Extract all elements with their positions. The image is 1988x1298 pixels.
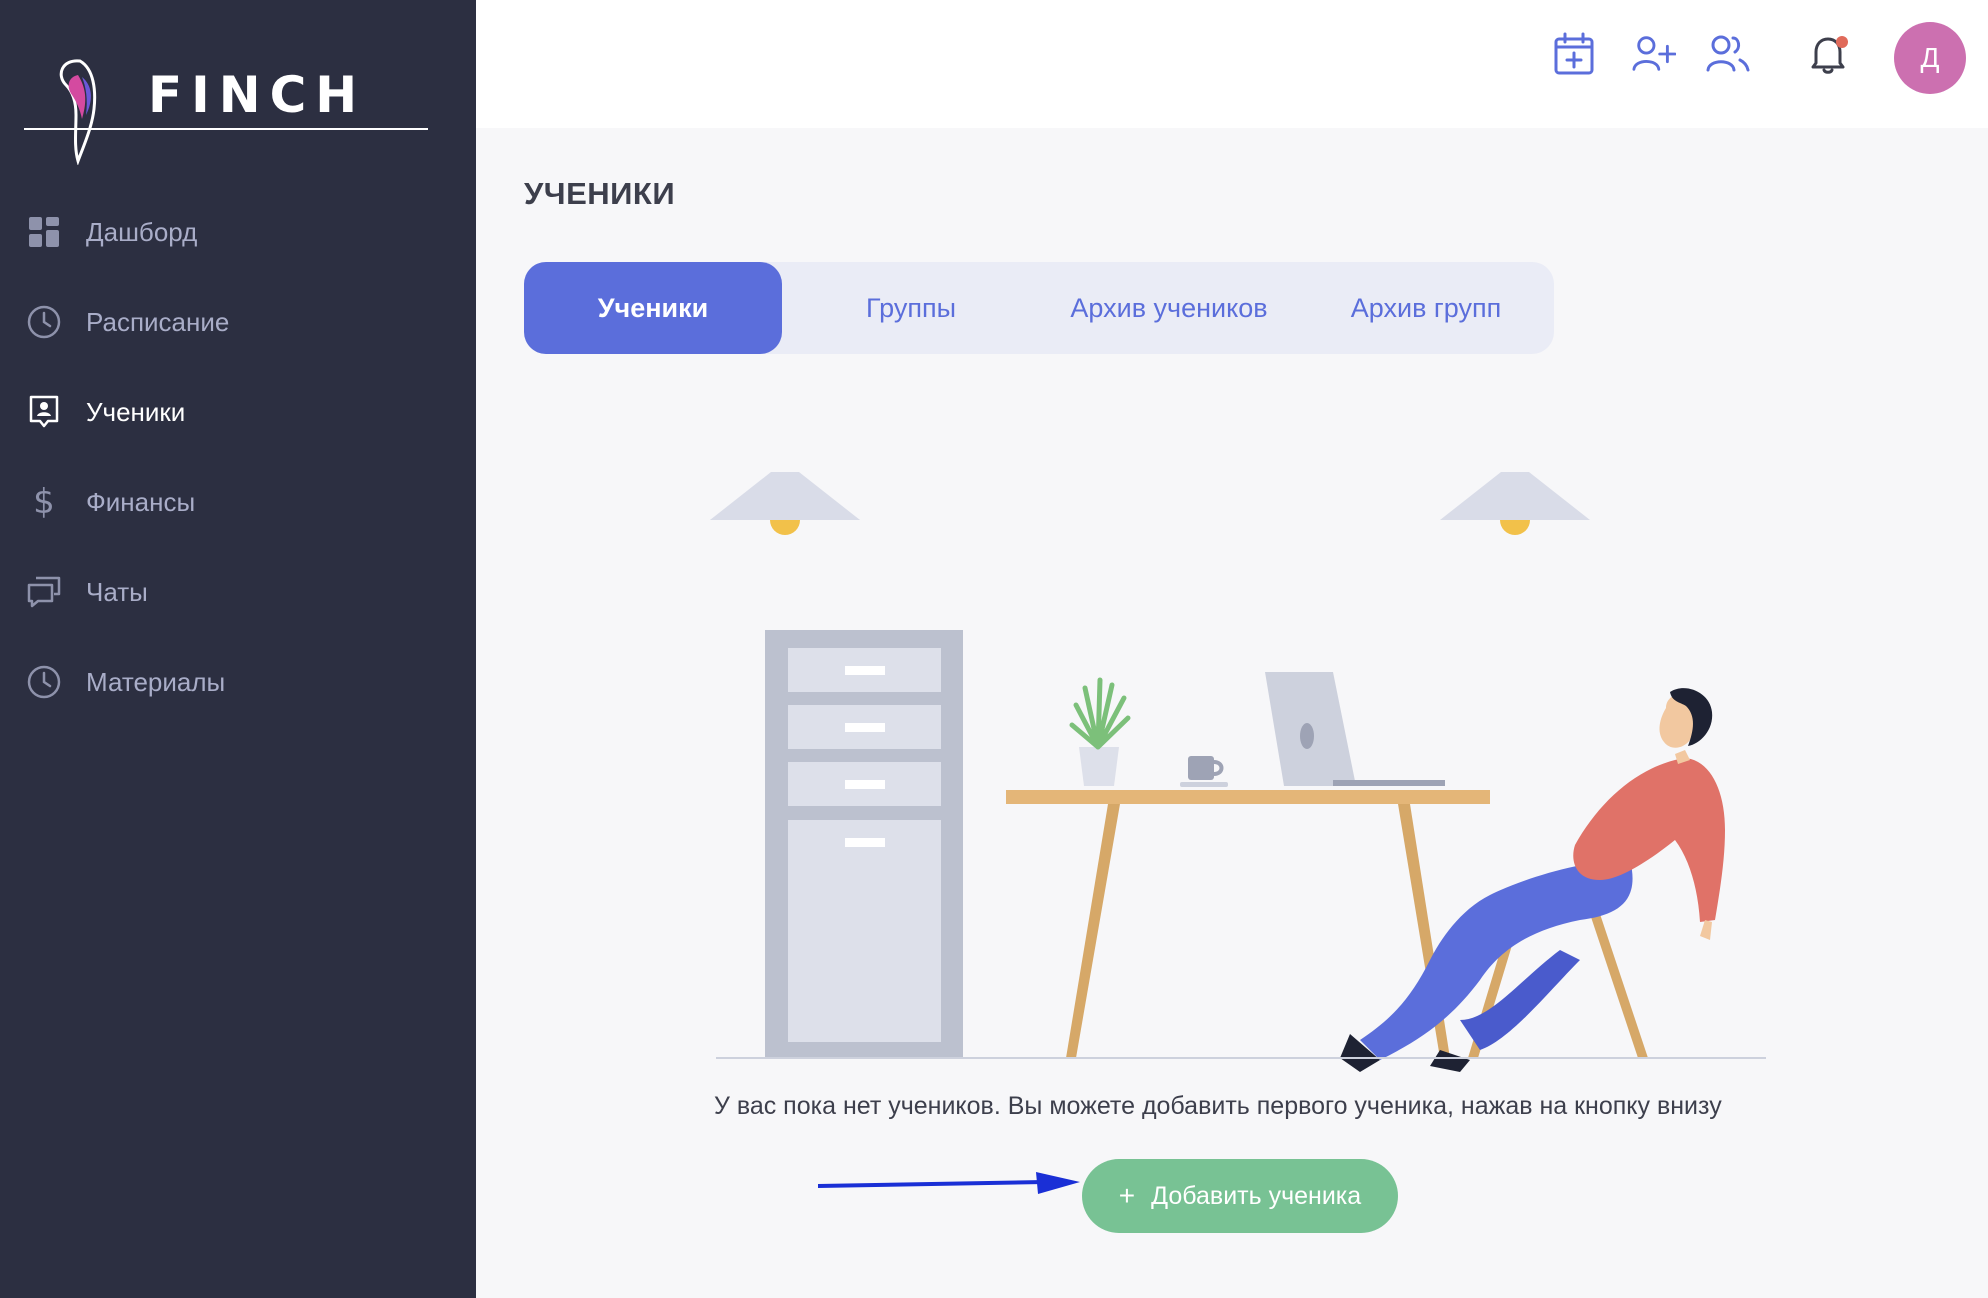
relaxing-person (1340, 688, 1725, 1072)
laptop (1265, 672, 1445, 786)
tab-bar: Ученики Группы Архив учеников Архив груп… (524, 262, 1554, 354)
tab-students[interactable]: Ученики (524, 262, 782, 354)
add-student-button[interactable]: + Добавить ученика (1082, 1159, 1398, 1233)
top-header: Д (476, 0, 1988, 128)
sidebar-item-materials[interactable]: Материалы (0, 650, 476, 714)
brand-name: FINCH (148, 66, 367, 124)
pointer-arrow-icon (818, 1172, 1080, 1194)
tab-groups[interactable]: Группы (782, 262, 1040, 354)
sidebar-item-label: Расписание (86, 306, 230, 337)
sidebar-item-finance[interactable]: $ Финансы (0, 470, 476, 534)
sidebar-item-dashboard[interactable]: Дашборд (0, 200, 476, 264)
clock-icon (26, 304, 62, 340)
sidebar-item-label: Ученики (86, 396, 186, 427)
empty-state-message: У вас пока нет учеников. Вы можете добав… (714, 1092, 1722, 1120)
add-student-button-label: Добавить ученика (1151, 1181, 1362, 1210)
chat-icon (26, 574, 62, 610)
file-cabinet (765, 630, 963, 1058)
sidebar-item-label: Чаты (86, 576, 148, 607)
avatar[interactable]: Д (1894, 22, 1966, 94)
finch-logo-icon (59, 59, 97, 165)
sidebar-item-schedule[interactable]: Расписание (0, 290, 476, 354)
ceiling-lamp-left (710, 472, 860, 535)
tab-groups-archive[interactable]: Архив групп (1298, 262, 1554, 354)
dashboard-icon (26, 214, 62, 250)
bell-icon[interactable] (1806, 32, 1850, 76)
add-user-icon[interactable] (1632, 32, 1676, 76)
sidebar-item-label: Финансы (86, 486, 196, 517)
empty-state-illustration (710, 472, 1766, 1072)
brand-divider (24, 128, 428, 130)
potted-plant (1069, 677, 1131, 786)
sidebar-item-students[interactable]: Ученики (0, 380, 476, 444)
sidebar-item-label: Материалы (86, 666, 226, 697)
coffee-cup (1180, 756, 1228, 787)
sidebar-item-label: Дашборд (86, 216, 198, 247)
page-title: УЧЕНИКИ (524, 176, 676, 211)
sidebar: FINCH Дашборд Расписание Ученики $ Финан… (0, 0, 476, 1298)
plus-icon: + (1118, 1180, 1136, 1211)
notification-dot (1836, 36, 1848, 48)
tab-students-archive[interactable]: Архив учеников (1040, 262, 1298, 354)
calendar-add-icon[interactable] (1552, 32, 1596, 76)
sidebar-item-chats[interactable]: Чаты (0, 560, 476, 624)
dollar-icon: $ (33, 482, 55, 522)
student-card-icon (26, 394, 62, 430)
clock-icon (26, 664, 62, 700)
users-icon[interactable] (1706, 32, 1750, 76)
ceiling-lamp-right (1440, 472, 1590, 535)
